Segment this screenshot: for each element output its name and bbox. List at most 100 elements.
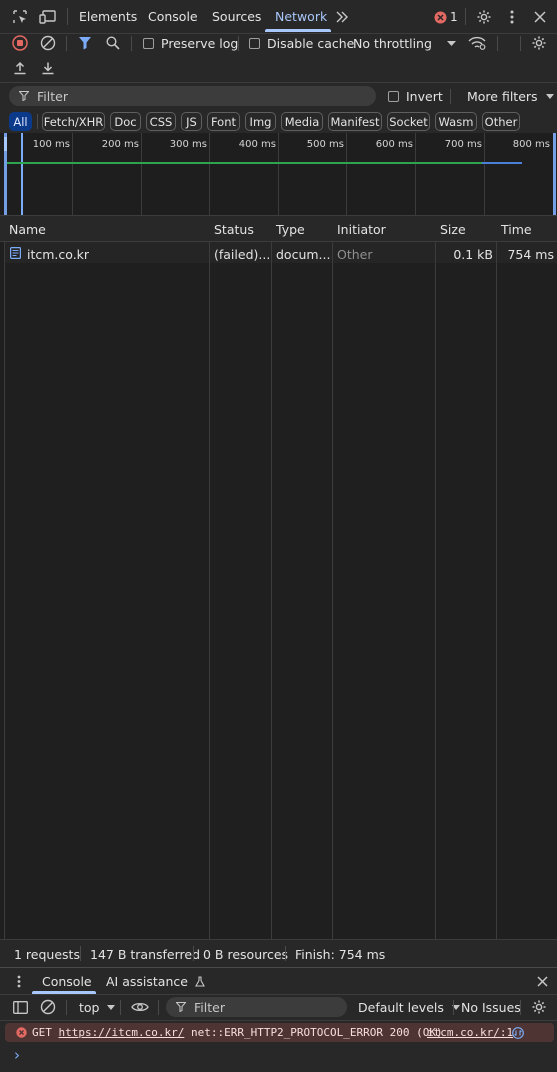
ai-assistance-label: AI assistance	[106, 974, 188, 989]
request-initiator: Other	[337, 247, 373, 262]
customize-menu-icon[interactable]	[502, 7, 522, 27]
column-header-size[interactable]: Size	[440, 222, 466, 237]
context-selector[interactable]: top	[79, 1000, 116, 1015]
timeline-tick: 500 ms	[306, 139, 344, 150]
invert-label: Invert	[406, 89, 443, 104]
type-filter-doc[interactable]: Doc	[110, 112, 141, 131]
error-method: GET	[32, 1026, 52, 1039]
checkbox-box	[388, 91, 399, 102]
requests-table	[0, 216, 557, 939]
settings-gear-icon[interactable]	[474, 7, 494, 27]
console-prompt-chevron: ›	[14, 1046, 20, 1064]
dropdown-arrow-icon	[107, 1005, 116, 1010]
error-count-badge[interactable]: 1	[434, 7, 458, 27]
type-filter-wasm[interactable]: Wasm	[435, 112, 477, 131]
inspect-element-icon[interactable]	[10, 7, 30, 27]
timeline-tick: 800 ms	[512, 139, 550, 150]
import-har-upload-icon[interactable]	[10, 58, 30, 78]
close-devtools-icon[interactable]	[530, 7, 550, 27]
context-value: top	[79, 1000, 100, 1015]
type-filter-fetch-xhr[interactable]: Fetch/XHR	[42, 112, 105, 131]
timeline-download-bar	[482, 162, 522, 164]
issues-counter[interactable]: No Issues	[461, 1000, 521, 1015]
tab-sources[interactable]: Sources	[212, 0, 261, 33]
document-icon	[10, 247, 21, 259]
more-filters-dropdown[interactable]: More filters	[467, 89, 555, 104]
type-filter-all[interactable]: All	[9, 112, 32, 131]
live-expression-eye-icon[interactable]	[129, 997, 151, 1017]
request-name[interactable]: itcm.co.kr	[27, 247, 89, 262]
network-settings-gear-icon[interactable]	[529, 33, 549, 53]
throttling-select[interactable]: No throttling	[353, 36, 458, 52]
active-tab-indicator	[265, 29, 331, 32]
timeline-tick: 700 ms	[444, 139, 482, 150]
preserve-log-label: Preserve log	[161, 36, 239, 51]
timeline-waiting-bar	[7, 162, 482, 164]
timeline-tick: 200 ms	[101, 139, 139, 150]
preserve-log-checkbox[interactable]: Preserve log	[143, 36, 238, 51]
summary-resources: 0 B resources	[203, 947, 289, 962]
filter-input[interactable]: Filter	[9, 86, 376, 106]
console-settings-gear-icon[interactable]	[529, 997, 549, 1017]
tab-console[interactable]: Console	[148, 0, 198, 33]
log-levels-value: Default levels	[358, 1000, 444, 1015]
column-header-initiator[interactable]: Initiator	[337, 222, 386, 237]
show-sidebar-icon[interactable]	[10, 997, 30, 1017]
tab-elements[interactable]: Elements	[79, 0, 137, 33]
error-url-link[interactable]: https://itcm.co.kr/	[59, 1026, 185, 1039]
timeline-dom-marker	[21, 133, 23, 215]
column-header-time[interactable]: Time	[501, 222, 532, 237]
network-conditions-wifi-icon[interactable]	[466, 33, 488, 53]
type-filter-img[interactable]: Img	[245, 112, 276, 131]
close-drawer-icon[interactable]	[532, 971, 552, 991]
checkbox-box	[249, 38, 260, 49]
console-filter-input[interactable]: Filter	[166, 997, 347, 1017]
record-stop-icon[interactable]	[10, 33, 30, 53]
log-levels-dropdown[interactable]: Default levels	[358, 1000, 460, 1015]
error-icon	[16, 1027, 27, 1038]
request-time: 754 ms	[507, 247, 554, 262]
timeline-overview[interactable]: 100 ms 200 ms 300 ms 400 ms 500 ms 600 m…	[0, 133, 557, 215]
clear-icon[interactable]	[38, 33, 58, 53]
console-input[interactable]	[28, 1046, 548, 1066]
checkbox-box	[143, 38, 154, 49]
devtools-tabbar: Elements Console Sources Network 1	[0, 0, 557, 33]
type-filter-media[interactable]: Media	[281, 112, 323, 131]
filter-funnel-icon[interactable]	[75, 33, 95, 53]
summary-finish: Finish: 754 ms	[295, 947, 386, 962]
timeline-left-grip[interactable]	[4, 137, 7, 151]
type-filter-other[interactable]: Other	[482, 112, 520, 131]
device-toolbar-icon[interactable]	[37, 7, 59, 27]
type-filter-js[interactable]: JS	[181, 112, 202, 131]
throttling-value: No throttling	[353, 36, 432, 51]
dropdown-arrow-icon	[546, 94, 555, 99]
request-size: 0.1 kB	[453, 247, 493, 262]
type-filter-css[interactable]: CSS	[146, 112, 176, 131]
column-header-type[interactable]: Type	[276, 222, 305, 237]
summary-requests: 1 requests	[14, 947, 80, 962]
export-har-download-icon[interactable]	[38, 58, 58, 78]
filter-funnel-icon	[176, 1002, 186, 1012]
type-filter-socket[interactable]: Socket	[387, 112, 430, 131]
drawer-tab-ai-assistance[interactable]: AI assistance	[106, 974, 205, 989]
request-status: (failed)...	[214, 247, 269, 262]
more-tabs-chevron-icon[interactable]	[333, 7, 351, 27]
network-request-icon[interactable]	[512, 1027, 524, 1039]
more-filters-label: More filters	[467, 89, 538, 104]
search-icon[interactable]	[103, 33, 123, 53]
column-header-status[interactable]: Status	[214, 222, 254, 237]
timeline-tick: 100 ms	[32, 139, 70, 150]
drawer-tab-console[interactable]: Console	[42, 974, 92, 989]
error-count: 1	[450, 10, 458, 24]
invert-checkbox[interactable]: Invert	[388, 89, 443, 104]
type-filter-font[interactable]: Font	[207, 112, 240, 131]
error-source-link[interactable]: itcm.co.kr/:1	[427, 1026, 513, 1039]
timeline-right-handle[interactable]	[553, 133, 556, 215]
clear-console-icon[interactable]	[38, 997, 58, 1017]
type-filter-manifest[interactable]: Manifest	[328, 112, 382, 131]
console-filter-placeholder: Filter	[194, 1000, 225, 1015]
disable-cache-checkbox[interactable]: Disable cache	[249, 36, 354, 51]
drawer-menu-icon[interactable]	[11, 971, 27, 991]
column-header-name[interactable]: Name	[9, 222, 46, 237]
error-icon	[434, 11, 447, 23]
